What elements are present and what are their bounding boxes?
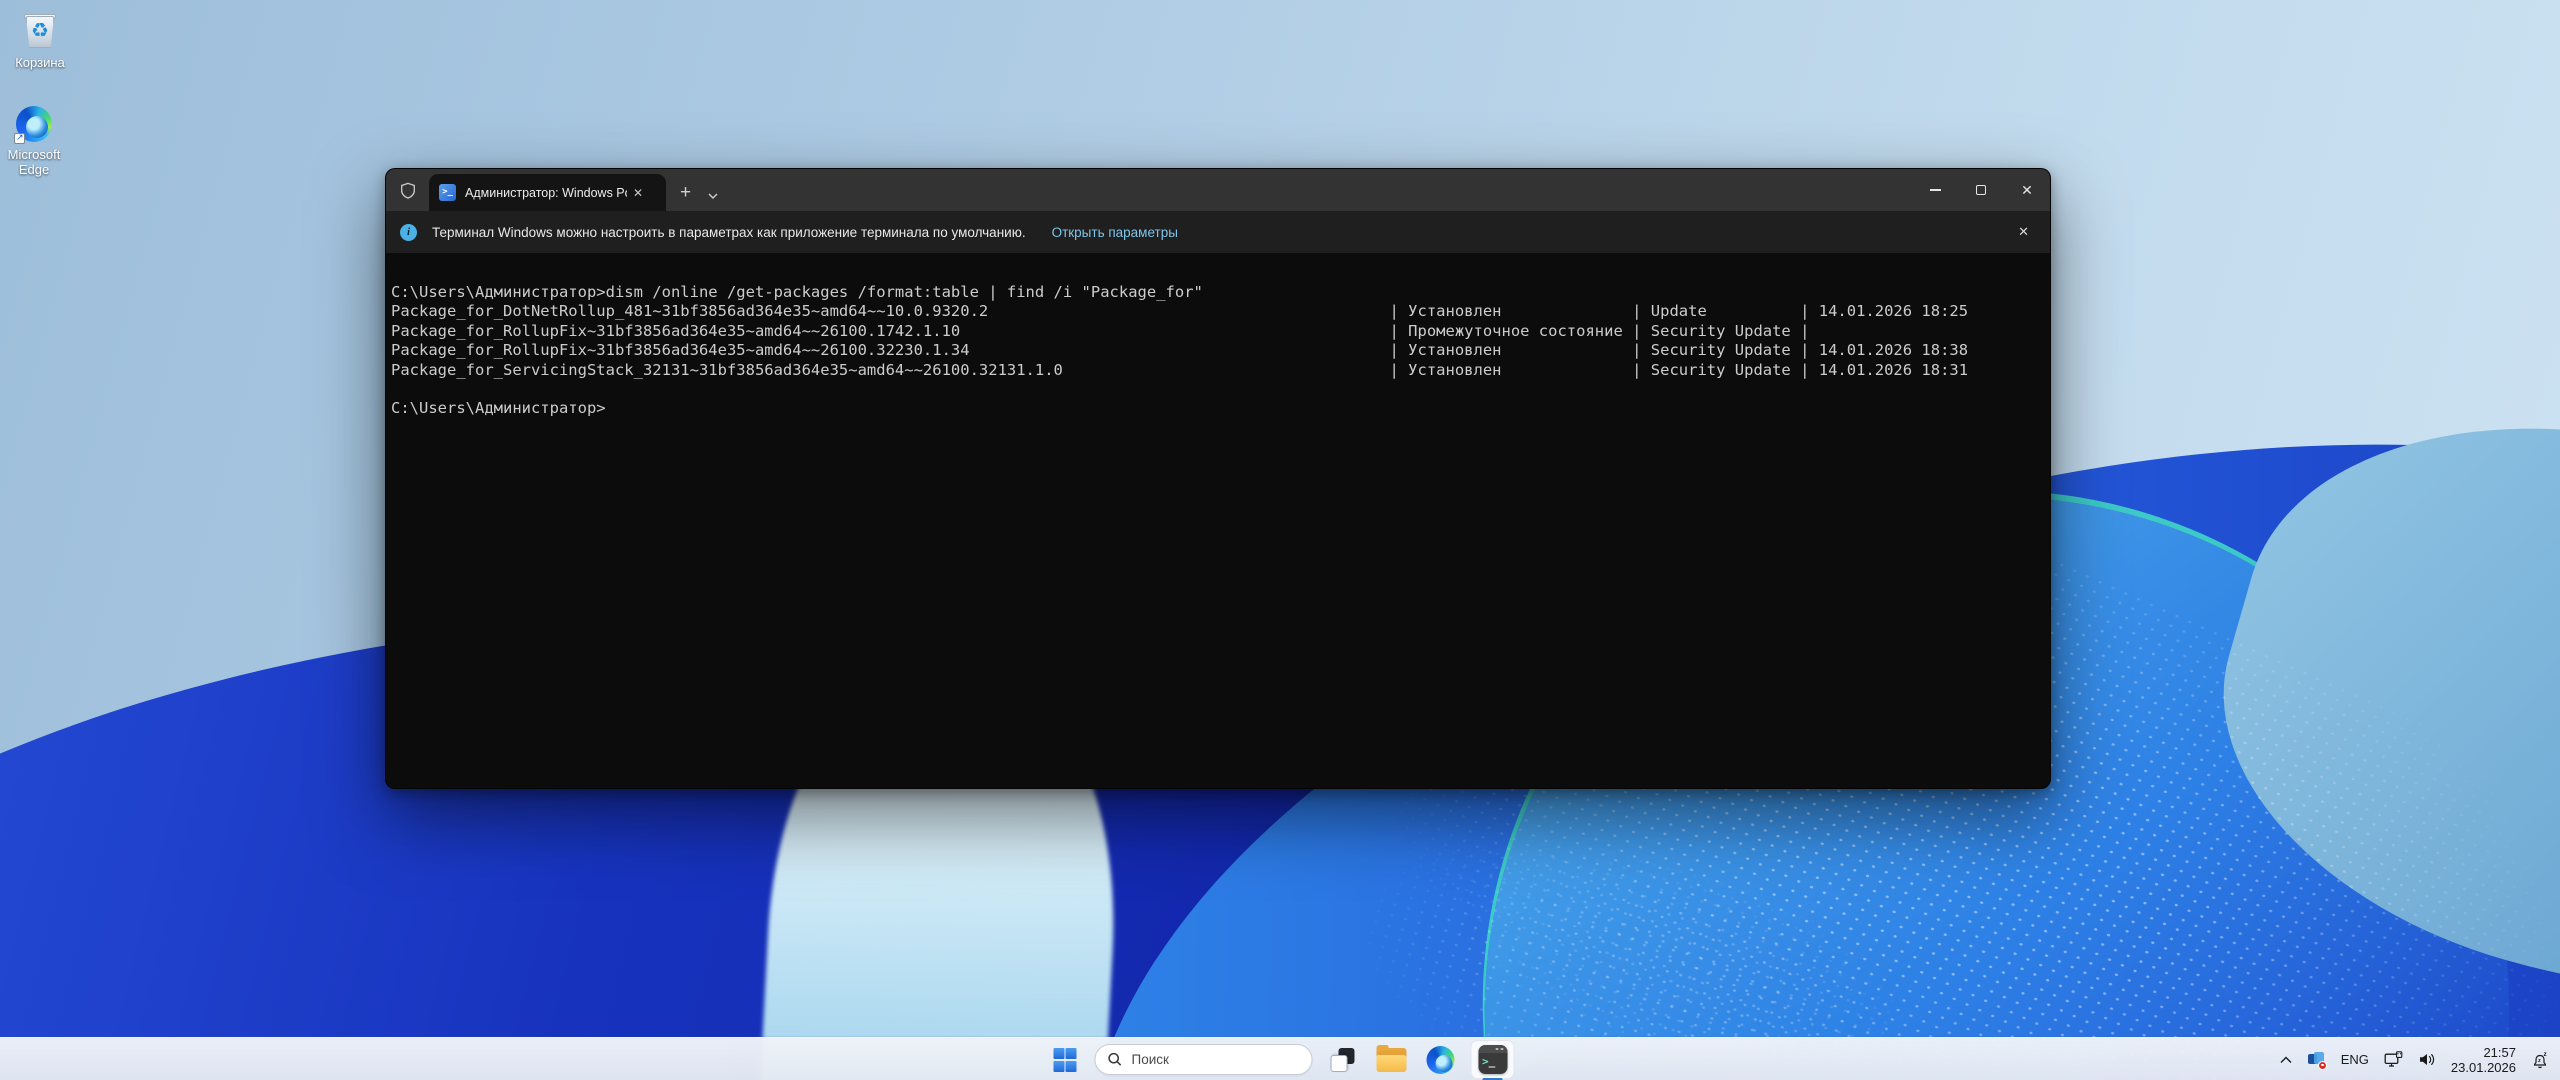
taskbar: >_ ENG <box>0 1037 2560 1080</box>
windows-terminal-icon: >_ <box>1478 1045 1507 1074</box>
windows-logo-icon <box>1053 1048 1076 1071</box>
edge-icon <box>14 104 54 144</box>
tab-dropdown-icon[interactable] <box>707 192 719 200</box>
maximize-button[interactable] <box>1958 169 2004 211</box>
window-titlebar[interactable]: >_ Администратор: Windows Po ✕ + ✕ <box>386 169 2050 211</box>
new-tab-button[interactable]: + <box>680 183 691 202</box>
file-explorer-button[interactable] <box>1373 1041 1411 1079</box>
task-view-button[interactable] <box>1324 1041 1362 1079</box>
edge-button[interactable] <box>1422 1041 1460 1079</box>
info-icon: i <box>400 224 417 241</box>
network-icon[interactable] <box>2384 1051 2403 1068</box>
desktop-icon-recycle-bin[interactable]: ♻ Корзина <box>8 12 72 70</box>
start-button[interactable] <box>1046 1041 1084 1079</box>
search-input[interactable] <box>1132 1052 1282 1067</box>
terminal-window: >_ Администратор: Windows Po ✕ + ✕ i Тер… <box>385 168 2051 789</box>
terminal-line: Package_for_ServicingStack_32131~31bf385… <box>391 361 2046 380</box>
terminal-tab[interactable]: >_ Администратор: Windows Po ✕ <box>429 174 666 211</box>
task-view-icon <box>1330 1047 1356 1073</box>
terminal-output[interactable]: C:\Users\Администратор>dism /online /get… <box>386 253 2050 788</box>
minimize-button[interactable] <box>1912 169 1958 211</box>
banner-close-icon[interactable]: ✕ <box>2011 220 2036 244</box>
recycle-bin-icon: ♻ <box>20 12 60 52</box>
clock-date: 23.01.2026 <box>2451 1060 2516 1075</box>
banner-message: Терминал Windows можно настроить в парам… <box>432 225 1026 240</box>
tab-close-icon[interactable]: ✕ <box>627 183 649 203</box>
language-indicator[interactable]: ENG <box>2341 1052 2369 1067</box>
svg-text:z: z <box>2544 1051 2547 1058</box>
tray-app-icon[interactable] <box>2308 1052 2326 1068</box>
desktop-icon-label: Microsoft Edge <box>2 147 66 177</box>
terminal-line: Package_for_DotNetRollup_481~31bf3856ad3… <box>391 302 2046 321</box>
powershell-icon: >_ <box>439 184 456 201</box>
edge-icon <box>1427 1046 1455 1074</box>
desktop-icon-edge[interactable]: Microsoft Edge <box>2 104 66 177</box>
open-settings-link[interactable]: Открыть параметры <box>1052 225 1178 240</box>
admin-shield-icon <box>399 182 417 200</box>
desktop: ♻ Корзина Microsoft Edge >_ Администрато… <box>0 0 2560 1080</box>
notification-bell-dnd-icon[interactable]: z z <box>2531 1051 2550 1069</box>
terminal-line: C:\Users\Администратор>dism /online /get… <box>391 283 2046 302</box>
volume-icon[interactable] <box>2418 1052 2436 1067</box>
search-icon <box>1108 1052 1123 1067</box>
desktop-icon-label: Корзина <box>8 55 72 70</box>
terminal-line: Package_for_RollupFix~31bf3856ad364e35~a… <box>391 341 2046 360</box>
default-terminal-banner: i Терминал Windows можно настроить в пар… <box>386 211 2050 253</box>
terminal-line <box>391 380 2046 399</box>
terminal-line: C:\Users\Администратор> <box>391 399 2046 418</box>
taskbar-search[interactable] <box>1095 1044 1313 1075</box>
tray-chevron-up-icon[interactable] <box>2279 1055 2293 1064</box>
close-button[interactable]: ✕ <box>2004 169 2050 211</box>
file-explorer-icon <box>1377 1048 1407 1072</box>
clock-time: 21:57 <box>2451 1045 2516 1060</box>
tab-title: Администратор: Windows Po <box>465 186 627 200</box>
shortcut-arrow-icon <box>14 133 25 144</box>
terminal-line: Package_for_RollupFix~31bf3856ad364e35~a… <box>391 322 2046 341</box>
taskbar-clock[interactable]: 21:57 23.01.2026 <box>2451 1045 2516 1075</box>
terminal-app-button[interactable]: >_ <box>1471 1040 1515 1079</box>
svg-text:z: z <box>2538 1058 2541 1064</box>
